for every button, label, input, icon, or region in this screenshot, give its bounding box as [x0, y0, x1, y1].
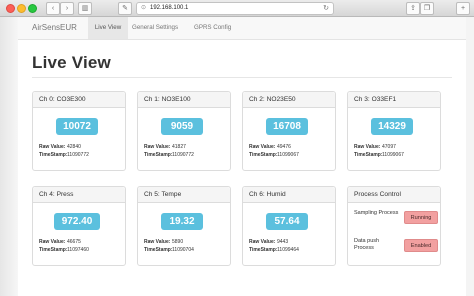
channel-card: Ch 0: CO3E300 10072 Raw Value: 42840 Time…	[32, 91, 126, 171]
timestamp-label: TimeStamp:	[144, 247, 173, 253]
timestamp-row: TimeStamp:11090772	[39, 152, 89, 158]
raw-value-label: Raw Value:	[144, 144, 171, 150]
channel-value-badge: 14329	[371, 118, 413, 135]
raw-value-label: Raw Value:	[39, 239, 66, 245]
raw-value-row: Raw Value: 5890	[144, 239, 183, 245]
timestamp-row: TimeStamp:11099464	[249, 247, 299, 253]
process-control-card: Process Control Sampling Process Running…	[347, 186, 441, 266]
raw-value-row: Raw Value: 49476	[249, 144, 291, 150]
channel-title: Ch 5: Tempe	[138, 187, 230, 203]
timestamp-value: 11090772	[67, 152, 89, 158]
timestamp-row: TimeStamp:11090772	[144, 152, 194, 158]
divider	[32, 77, 452, 78]
timestamp-value: 11099067	[277, 152, 299, 158]
maximize-window-icon[interactable]	[28, 4, 37, 13]
channel-value-badge: 972.40	[54, 213, 100, 230]
back-icon[interactable]: ‹	[46, 2, 60, 15]
channel-title: Ch 3: O33EF1	[348, 92, 440, 108]
raw-value-row: Raw Value: 9443	[249, 239, 288, 245]
lock-icon: ⊙	[141, 5, 147, 11]
raw-value: 9443	[277, 239, 289, 245]
address-bar[interactable]: ⊙ 192.168.100.1 ↻	[136, 2, 334, 15]
scrollbar-track[interactable]	[466, 17, 474, 296]
raw-value-row: Raw Value: 46675	[39, 239, 81, 245]
data-push-status-button[interactable]: Enabled	[404, 239, 438, 252]
url-text[interactable]: 192.168.100.1	[150, 3, 188, 14]
channel-title: Ch 4: Press	[33, 187, 125, 203]
tabs-icon[interactable]: ❐	[420, 2, 434, 15]
process-control-title: Process Control	[348, 187, 440, 203]
channel-card: Ch 4: Press 972.40 Raw Value: 46675 TimeS…	[32, 186, 126, 266]
timestamp-value: 11090772	[172, 152, 194, 158]
channel-value-badge: 10072	[56, 118, 98, 135]
raw-value: 49476	[277, 144, 291, 150]
page-title: Live View	[32, 53, 111, 72]
raw-value-label: Raw Value:	[249, 144, 276, 150]
timestamp-row: TimeStamp:11099067	[249, 152, 299, 158]
raw-value: 41827	[172, 144, 186, 150]
minimize-window-icon[interactable]	[17, 4, 26, 13]
raw-value: 5890	[172, 239, 184, 245]
data-push-process-label: Data push Process	[354, 238, 380, 251]
timestamp-label: TimeStamp:	[249, 247, 278, 253]
raw-value-row: Raw Value: 41827	[144, 144, 186, 150]
channel-title: Ch 1: NO3E100	[138, 92, 230, 108]
timestamp-label: TimeStamp:	[39, 247, 68, 253]
brand-link[interactable]: AirSensEUR	[32, 17, 77, 39]
raw-value: 46675	[67, 239, 81, 245]
channel-value-badge: 19.32	[161, 213, 203, 230]
browser-toolbar: ‹ › ▥ ✎ ⊙ 192.168.100.1 ↻ ⇪ ❐ +	[0, 0, 474, 17]
raw-value: 47097	[382, 144, 396, 150]
extension-icon[interactable]: ✎	[118, 2, 132, 15]
window-background	[0, 17, 18, 296]
raw-value-label: Raw Value:	[39, 144, 66, 150]
channel-value-badge: 9059	[161, 118, 203, 135]
raw-value-label: Raw Value:	[354, 144, 381, 150]
channel-card: Ch 3: O33EF1 14329 Raw Value: 47097 TimeS…	[347, 91, 441, 171]
raw-value: 42840	[67, 144, 81, 150]
reload-icon[interactable]: ↻	[323, 3, 329, 14]
timestamp-value: 11097460	[67, 247, 89, 253]
channel-card: Ch 6: Humid 57.64 Raw Value: 9443 TimeSta…	[242, 186, 336, 266]
timestamp-label: TimeStamp:	[144, 152, 173, 158]
raw-value-label: Raw Value:	[144, 239, 171, 245]
share-icon[interactable]: ⇪	[406, 2, 420, 15]
forward-icon[interactable]: ›	[60, 2, 74, 15]
channel-value-badge: 57.64	[266, 213, 308, 230]
page-content: AirSensEUR Live View General Settings GP…	[18, 17, 466, 296]
timestamp-label: TimeStamp:	[249, 152, 278, 158]
channel-title: Ch 0: CO3E300	[33, 92, 125, 108]
tab-gprs-config[interactable]: GPRS Config	[194, 17, 231, 39]
raw-value-row: Raw Value: 42840	[39, 144, 81, 150]
tab-live-view[interactable]: Live View	[88, 17, 128, 39]
channel-card: Ch 5: Tempe 19.32 Raw Value: 5890 TimeSta…	[137, 186, 231, 266]
raw-value-row: Raw Value: 47097	[354, 144, 396, 150]
tab-general-settings[interactable]: General Settings	[132, 17, 178, 39]
channel-title: Ch 2: NO23E50	[243, 92, 335, 108]
sidebar-icon[interactable]: ▥	[78, 2, 92, 15]
channel-card: Ch 2: NO23E50 16708 Raw Value: 49476 Time…	[242, 91, 336, 171]
timestamp-row: TimeStamp:11090704	[144, 247, 194, 253]
navbar: AirSensEUR Live View General Settings GP…	[18, 17, 466, 40]
raw-value-label: Raw Value:	[249, 239, 276, 245]
close-window-icon[interactable]	[6, 4, 15, 13]
timestamp-row: TimeStamp:11099067	[354, 152, 404, 158]
sampling-status-button[interactable]: Running	[404, 211, 438, 224]
timestamp-value: 11090704	[172, 247, 194, 253]
channel-title: Ch 6: Humid	[243, 187, 335, 203]
timestamp-value: 11099464	[277, 247, 299, 253]
timestamp-row: TimeStamp:11097460	[39, 247, 89, 253]
channel-value-badge: 16708	[266, 118, 308, 135]
timestamp-value: 11099067	[382, 152, 404, 158]
new-tab-icon[interactable]: +	[456, 2, 470, 15]
timestamp-label: TimeStamp:	[39, 152, 68, 158]
sampling-process-label: Sampling Process	[354, 210, 399, 216]
channel-card: Ch 1: NO3E100 9059 Raw Value: 41827 TimeS…	[137, 91, 231, 171]
timestamp-label: TimeStamp:	[354, 152, 383, 158]
